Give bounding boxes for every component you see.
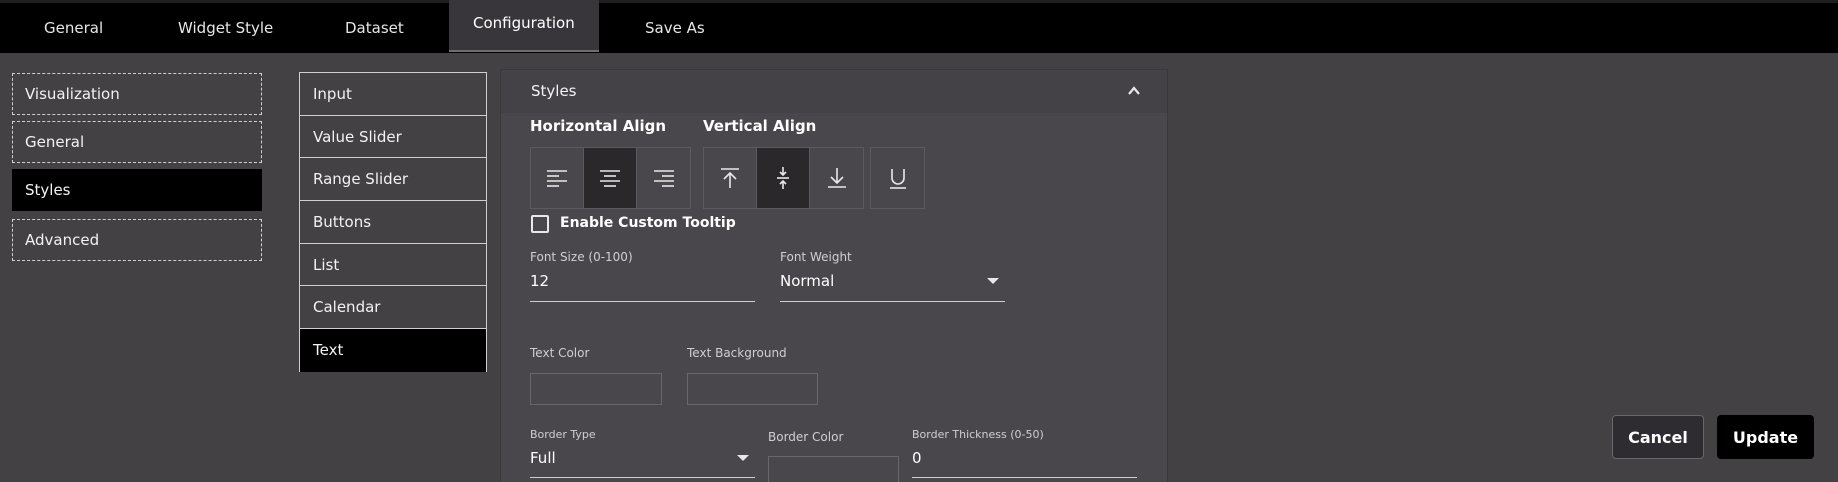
underline-group bbox=[870, 147, 925, 209]
tab-save-as[interactable]: Save As bbox=[645, 3, 705, 53]
align-top-button[interactable] bbox=[704, 148, 757, 208]
align-center-button[interactable] bbox=[584, 148, 637, 208]
widget-item-list[interactable]: List bbox=[300, 244, 486, 287]
underline-icon bbox=[889, 169, 906, 189]
font-size-label: Font Size (0-100) bbox=[530, 250, 633, 264]
font-weight-label: Font Weight bbox=[780, 250, 852, 264]
vertical-align-group bbox=[703, 147, 864, 209]
align-middle-icon bbox=[777, 167, 789, 189]
align-right-button[interactable] bbox=[637, 148, 690, 208]
border-type-label: Border Type bbox=[530, 428, 596, 441]
widget-item-value-slider[interactable]: Value Slider bbox=[300, 116, 486, 159]
font-size-input[interactable]: 12 bbox=[530, 272, 549, 290]
border-thickness-label: Border Thickness (0-50) bbox=[912, 428, 1044, 441]
align-right-icon bbox=[653, 170, 674, 187]
leftnav-item-styles[interactable]: Styles bbox=[12, 169, 262, 211]
panel-header[interactable]: Styles bbox=[501, 70, 1167, 113]
widget-item-input[interactable]: Input bbox=[300, 73, 486, 116]
widget-item-buttons[interactable]: Buttons bbox=[300, 201, 486, 244]
border-color-picker[interactable] bbox=[768, 456, 899, 482]
horizontal-align-label: Horizontal Align bbox=[530, 117, 667, 135]
underline-button[interactable] bbox=[871, 148, 924, 208]
text-background-label: Text Background bbox=[687, 346, 787, 360]
widget-item-calendar[interactable]: Calendar bbox=[300, 286, 486, 330]
widget-type-list: Input Value Slider Range Slider Buttons … bbox=[299, 72, 487, 372]
align-middle-button[interactable] bbox=[757, 148, 810, 208]
border-type-underline bbox=[530, 477, 755, 478]
update-button[interactable]: Update bbox=[1717, 415, 1814, 459]
text-color-label: Text Color bbox=[530, 346, 590, 360]
font-weight-select[interactable]: Normal bbox=[780, 272, 834, 290]
top-tab-bar: General Widget Style Dataset Configurati… bbox=[0, 0, 1838, 53]
leftnav-item-general[interactable]: General bbox=[12, 121, 262, 163]
widget-item-text[interactable]: Text bbox=[300, 329, 486, 372]
panel-title: Styles bbox=[531, 82, 577, 100]
tab-general[interactable]: General bbox=[44, 3, 103, 53]
custom-tooltip-checkbox[interactable] bbox=[531, 215, 549, 233]
widget-item-range-slider[interactable]: Range Slider bbox=[300, 158, 486, 202]
vertical-align-label: Vertical Align bbox=[703, 117, 817, 135]
horizontal-align-group bbox=[530, 147, 691, 209]
align-left-icon bbox=[547, 170, 567, 187]
align-center-icon bbox=[600, 170, 620, 187]
align-bottom-icon bbox=[827, 168, 846, 188]
cancel-button[interactable]: Cancel bbox=[1612, 415, 1704, 459]
tab-configuration[interactable]: Configuration bbox=[449, 0, 599, 52]
leftnav-item-advanced[interactable]: Advanced bbox=[12, 219, 262, 261]
align-top-icon bbox=[721, 168, 739, 188]
text-background-picker[interactable] bbox=[687, 373, 818, 405]
align-bottom-button[interactable] bbox=[810, 148, 863, 208]
caret-down-icon[interactable] bbox=[987, 278, 999, 284]
text-color-picker[interactable] bbox=[530, 373, 662, 405]
chevron-up-icon[interactable] bbox=[1127, 84, 1141, 98]
align-left-button[interactable] bbox=[531, 148, 584, 208]
tab-dataset[interactable]: Dataset bbox=[345, 3, 404, 53]
caret-down-icon[interactable] bbox=[737, 455, 749, 461]
font-weight-underline bbox=[780, 301, 1005, 302]
border-thickness-input[interactable]: 0 bbox=[912, 449, 922, 467]
custom-tooltip-label: Enable Custom Tooltip bbox=[560, 215, 736, 231]
tab-widget-style[interactable]: Widget Style bbox=[178, 3, 273, 53]
border-color-label: Border Color bbox=[768, 430, 844, 444]
border-type-select[interactable]: Full bbox=[530, 449, 556, 467]
border-thickness-underline bbox=[912, 477, 1137, 478]
font-size-underline bbox=[530, 301, 755, 302]
leftnav-item-visualization[interactable]: Visualization bbox=[12, 73, 262, 115]
